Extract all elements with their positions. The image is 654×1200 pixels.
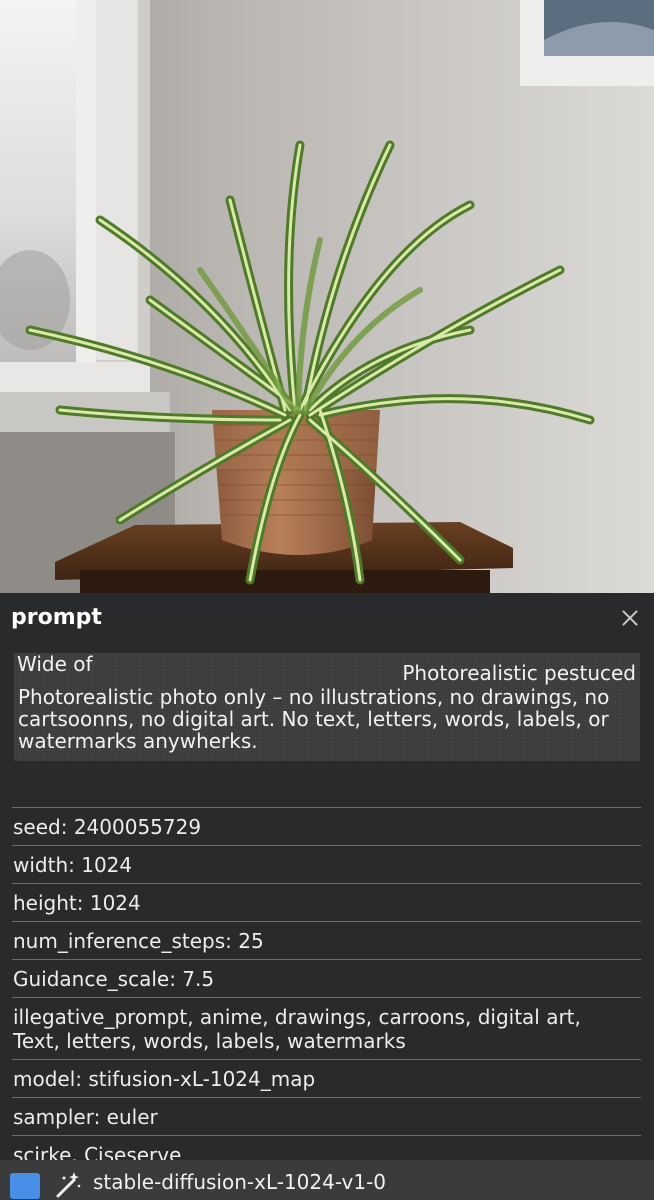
bottom-bar: stable-diffusion-xL-1024-v1-0 [0,1160,654,1200]
model-name-label: stable-diffusion-xL-1024-v1-0 [93,1170,387,1194]
prompt-line-left: Wide of [17,652,93,676]
param-negative-prompt: illegative_prompt, anime, drawings, carr… [12,998,641,1060]
param-width: width: 1024 [12,846,641,884]
param-seed: seed: 2400055729 [12,808,641,846]
prompt-line-right: Photorealistic pestuced [402,661,636,685]
param-num-inference-steps: num_inference_steps: 25 [12,922,641,960]
spider-plant-photo [0,0,654,593]
parameter-list: seed: 2400055729 width: 1024 height: 102… [12,807,641,1167]
close-icon[interactable] [618,606,642,630]
param-model: model: stifusion-xL-1024_map [12,1060,641,1098]
prompt-body: Photorealistic photo only – no illustrat… [18,685,610,753]
magic-wand-icon[interactable] [52,1170,82,1200]
panel-title: prompt [11,605,102,630]
param-height: height: 1024 [12,884,641,922]
param-sampler: sampler: euler [12,1098,641,1136]
generated-image [0,0,654,593]
square-icon[interactable] [10,1173,40,1199]
prompt-panel: prompt Wide of Photorealistic pestuced P… [0,593,654,1167]
prompt-text-box[interactable]: Wide of Photorealistic pestuced Photorea… [14,653,640,761]
param-guidance-scale: Guidance_scale: 7.5 [12,960,641,998]
